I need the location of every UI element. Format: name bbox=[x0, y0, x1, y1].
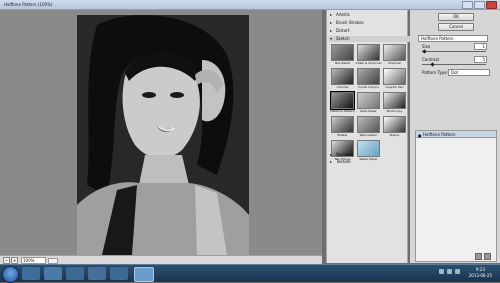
system-tray bbox=[439, 269, 460, 274]
minimize-button[interactable] bbox=[462, 1, 473, 9]
media-taskbar-icon[interactable] bbox=[66, 267, 84, 280]
zoom-in-button[interactable]: + bbox=[11, 257, 18, 264]
filter-thumb-chalk-charcoal[interactable]: Chalk & Charcoal bbox=[356, 44, 381, 65]
volume-icon[interactable] bbox=[447, 269, 452, 274]
filter-thumb-charcoal[interactable]: Charcoal bbox=[383, 44, 406, 65]
window-controls bbox=[462, 1, 497, 9]
contrast-label: Contrast bbox=[422, 57, 440, 62]
cancel-button[interactable]: Cancel bbox=[438, 23, 474, 31]
clock-date: 2013-06-25 bbox=[468, 273, 492, 278]
portrait-image bbox=[77, 15, 249, 255]
filter-select[interactable]: Halftone Pattern bbox=[418, 35, 488, 42]
pattern-type-select[interactable]: Dot bbox=[448, 69, 490, 76]
preview-area[interactable] bbox=[0, 10, 322, 255]
taskbar: 9:23 2013-06-25 bbox=[0, 264, 500, 283]
window-title: Halftone Pattern (100%) bbox=[4, 2, 53, 7]
filter-thumb-chrome[interactable]: Chrome bbox=[331, 68, 354, 89]
size-input[interactable]: 1 bbox=[474, 43, 487, 50]
network-icon[interactable] bbox=[439, 269, 444, 274]
effect-layer-item[interactable]: ● Halftone Pattern bbox=[416, 131, 496, 138]
folder-collapsed-icon: ▸ bbox=[330, 152, 333, 157]
close-button[interactable] bbox=[486, 1, 497, 9]
folder-artistic[interactable]: ▸ Artistic bbox=[329, 12, 412, 18]
window-titlebar: Halftone Pattern (100%) bbox=[0, 0, 500, 10]
folder-collapsed-icon: ▸ bbox=[330, 28, 333, 33]
size-slider[interactable] bbox=[422, 51, 486, 52]
effect-layers-list: ● Halftone Pattern bbox=[415, 130, 497, 262]
size-label: Size bbox=[422, 44, 431, 49]
folder-texture[interactable]: ▸ Texture bbox=[329, 159, 412, 165]
eye-icon[interactable]: ● bbox=[418, 132, 422, 139]
chrome-taskbar-icon[interactable] bbox=[88, 267, 106, 280]
system-clock[interactable]: 9:23 2013-06-25 bbox=[469, 267, 492, 279]
folder-sketch[interactable]: ▾ Sketch bbox=[329, 36, 412, 42]
contrast-input[interactable]: 5 bbox=[474, 56, 487, 63]
photoshop-taskbar-icon[interactable] bbox=[134, 267, 154, 282]
filter-thumb-plaster[interactable]: Plaster bbox=[331, 116, 354, 137]
ie-taskbar-icon[interactable] bbox=[44, 267, 62, 280]
preview-image bbox=[77, 15, 249, 255]
filter-gallery-panel: ▸ Artistic ▸ Brush Strokes ▸ Distort ▾ Sketc… bbox=[326, 10, 412, 263]
filter-thumb-stamp[interactable]: Stamp bbox=[383, 116, 406, 137]
ok-button[interactable]: OK bbox=[438, 13, 474, 21]
filter-thumb-graphic-pen[interactable]: Graphic Pen bbox=[383, 68, 406, 89]
folder-expanded-icon: ▾ bbox=[330, 36, 333, 41]
folder-collapsed-icon: ▸ bbox=[330, 12, 333, 17]
filter-thumb-note-paper[interactable]: Note Paper bbox=[357, 92, 380, 113]
preview-statusbar: − + 100% bbox=[0, 255, 322, 264]
size-slider-handle[interactable] bbox=[422, 49, 427, 54]
pattern-type-label: Pattern Type: bbox=[422, 70, 449, 75]
folder-brush-strokes[interactable]: ▸ Brush Strokes bbox=[329, 20, 412, 26]
filter-options: Halftone Pattern Size 1 Contrast 5 Patte… bbox=[415, 32, 495, 92]
folder-distort[interactable]: ▸ Distort bbox=[329, 28, 412, 34]
filter-thumb-halftone-pattern[interactable]: Halftone Pattern bbox=[330, 91, 355, 113]
filter-thumb-bas-relief[interactable]: Bas Relief bbox=[331, 44, 354, 65]
filter-thumb-reticulation[interactable]: Reticulation bbox=[357, 116, 380, 137]
maximize-button[interactable] bbox=[474, 1, 485, 9]
filter-thumb-photocopy[interactable]: Photocopy bbox=[383, 92, 406, 113]
options-panel: OK Cancel Halftone Pattern Size 1 Contra… bbox=[410, 10, 500, 263]
new-effect-layer-icon[interactable] bbox=[475, 253, 482, 260]
explorer-taskbar-icon[interactable] bbox=[22, 267, 40, 280]
folder-collapsed-icon: ▸ bbox=[330, 159, 333, 164]
folder-collapsed-icon: ▸ bbox=[330, 20, 333, 25]
zoom-level[interactable]: 100% bbox=[21, 257, 46, 264]
filter-thumb-conte-crayon[interactable]: Conté Crayon bbox=[357, 68, 380, 89]
folder-stylize[interactable]: ▸ Stylize bbox=[329, 152, 412, 158]
zoom-out-button[interactable]: − bbox=[3, 257, 10, 264]
contrast-slider-handle[interactable] bbox=[430, 62, 435, 67]
delete-effect-layer-icon[interactable] bbox=[484, 253, 491, 260]
app-taskbar-icon[interactable] bbox=[110, 267, 128, 280]
keyboard-icon[interactable] bbox=[455, 269, 460, 274]
start-button[interactable] bbox=[2, 266, 19, 283]
